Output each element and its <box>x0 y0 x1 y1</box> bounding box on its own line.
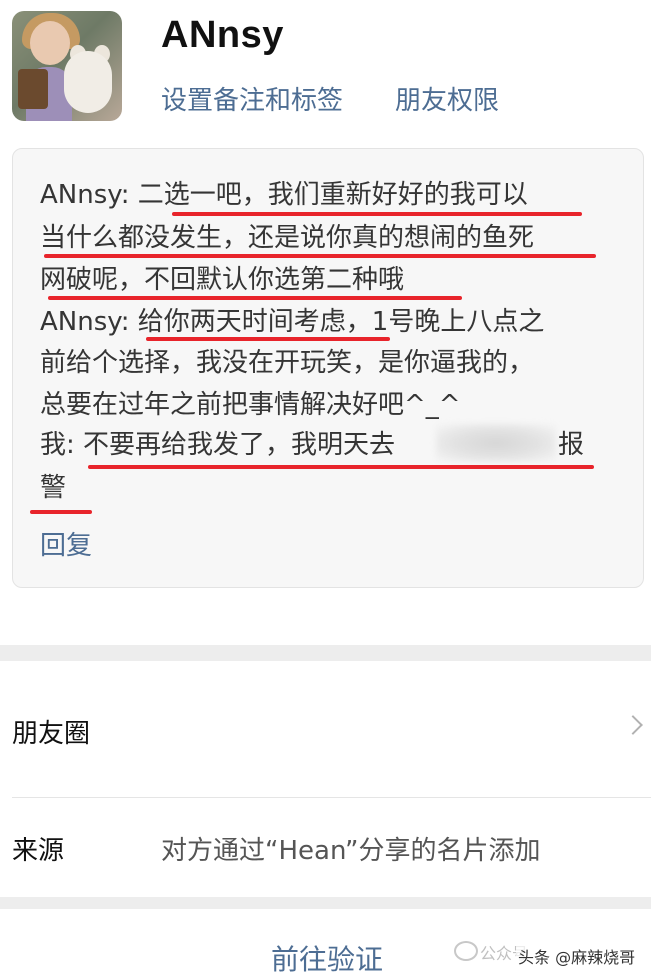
message-line: 我: 不要再给我发了，我明天去 <box>40 430 396 460</box>
red-underline <box>146 337 390 341</box>
avatar-plush-toy <box>64 51 112 113</box>
red-underline <box>44 254 596 258</box>
chevron-right-icon[interactable] <box>623 715 643 735</box>
section-separator <box>0 897 651 909</box>
row-divider <box>12 797 651 798</box>
message-line: 网破呢，不回默认你选第二种哦 <box>40 265 405 295</box>
avatar[interactable] <box>12 11 122 121</box>
message-line: 警 <box>40 473 67 503</box>
watermark-author: 头条 @麻辣烧哥 <box>516 944 638 968</box>
section-separator <box>0 645 651 661</box>
message-line: ANnsy: 二选一吧，我们重新好好的我可以 <box>40 180 528 210</box>
message-line: 总要在过年之前把事情解决好吧^_^ <box>40 390 461 420</box>
red-underline <box>30 510 92 514</box>
red-underline <box>48 296 462 300</box>
message-line: 前给个选择，我没在开玩笑，是你逼我的， <box>40 348 535 378</box>
message-line-tail: 报 <box>558 430 585 460</box>
wechat-icon <box>454 941 478 961</box>
source-row-value: 对方通过“Hean”分享的名片添加 <box>161 836 541 866</box>
message-line: 当什么都没发生，还是说你真的想闹的鱼死 <box>40 223 535 253</box>
go-verify-button[interactable]: 前往验证 <box>271 938 383 977</box>
avatar-face <box>30 21 70 65</box>
red-underline <box>172 212 582 216</box>
blurred-redaction <box>436 424 556 462</box>
message-line: ANnsy: 给你两天时间考虑，1号晚上八点之 <box>40 307 545 337</box>
profile-header: ANnsy 设置备注和标签 朋友权限 <box>0 0 651 145</box>
contact-name: ANnsy <box>161 14 284 56</box>
friend-permission-link[interactable]: 朋友权限 <box>395 80 499 117</box>
avatar-cup <box>18 69 48 109</box>
moments-row-label[interactable]: 朋友圈 <box>12 713 90 750</box>
reply-link[interactable]: 回复 <box>40 525 92 562</box>
red-underline <box>88 465 594 469</box>
set-remark-link[interactable]: 设置备注和标签 <box>161 80 343 117</box>
contact-profile-page: ANnsy 设置备注和标签 朋友权限 ANnsy: 二选一吧，我们重新好好的我可… <box>0 0 651 977</box>
source-row-label: 来源 <box>12 836 65 866</box>
